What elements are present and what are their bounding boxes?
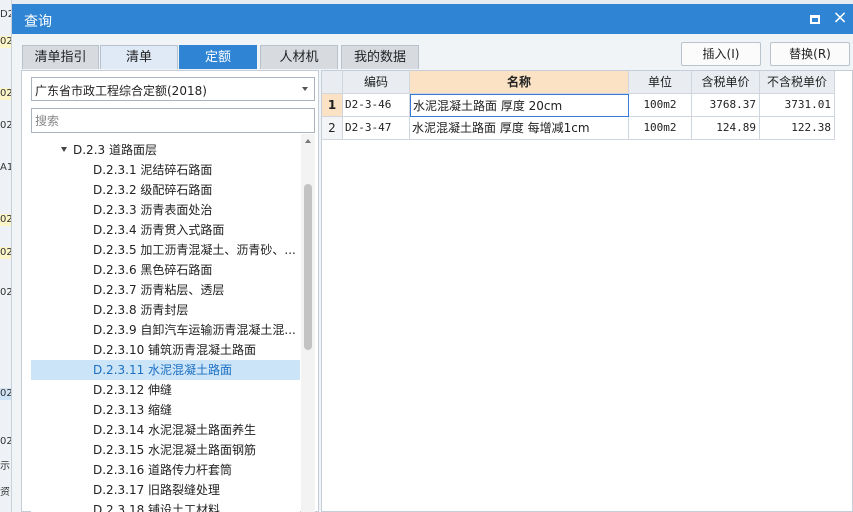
tree-scrollbar[interactable] xyxy=(301,134,315,512)
dialog-body: 清单指引 清单 定额 人材机 我的数据 插入(I) 替换(R) 广东省市政工程综… xyxy=(12,34,853,512)
tree-node-label: D.2.3 道路面层 xyxy=(73,143,157,157)
tree-node-parent[interactable]: D.2.3 道路面层 xyxy=(31,140,300,160)
tree-item-label: D.2.3.18 铺设土工材料 xyxy=(93,503,221,512)
tree-item-label: D.2.3.3 沥青表面处治 xyxy=(93,203,213,217)
header-price-with-tax[interactable]: 含税单价 xyxy=(692,71,760,94)
quota-library-value: 广东省市政工程综合定额(2018) xyxy=(35,84,207,98)
tree-item-label: D.2.3.6 黑色碎石路面 xyxy=(93,263,213,277)
cell-code[interactable]: D2-3-47 xyxy=(343,117,410,140)
tree-item[interactable]: D.2.3.15 水泥混凝土路面钢筋 xyxy=(31,440,300,460)
quota-grid: 编码 名称 单位 含税单价 不含税单价 1 D2-3-46 水泥混凝土路面 厚度… xyxy=(321,70,853,512)
tree-item[interactable]: D.2.3.6 黑色碎石路面 xyxy=(31,260,300,280)
tree-item-label: D.2.3.7 沥青粘层、透层 xyxy=(93,283,225,297)
bg-cell: 示 xyxy=(0,461,10,472)
cell-name[interactable]: 水泥混凝土路面 厚度 每增减1cm xyxy=(410,117,629,140)
scroll-up-icon[interactable] xyxy=(305,139,311,143)
cell-price-without-tax[interactable]: 122.38 xyxy=(760,117,835,140)
header-code[interactable]: 编码 xyxy=(343,71,410,94)
header-name[interactable]: 名称 xyxy=(410,71,629,94)
tree-item-label: D.2.3.15 水泥混凝土路面钢筋 xyxy=(93,443,257,457)
bg-cell: 资 xyxy=(0,487,10,498)
bg-cell: 02 xyxy=(0,436,12,447)
tree-item[interactable]: D.2.3.4 沥青贯入式路面 xyxy=(31,220,300,240)
tree-item-label: D.2.3.2 级配碎石路面 xyxy=(93,183,213,197)
background-app-strip: D2 02 02 A1 02 02 02 02 02 示 资 02 xyxy=(0,0,12,512)
header-price-without-tax[interactable]: 不含税单价 xyxy=(760,71,835,94)
tree-item[interactable]: D.2.3.8 沥青封层 xyxy=(31,300,300,320)
bg-cell: 02 xyxy=(0,36,12,48)
tree-item-label: D.2.3.11 水泥混凝土路面 xyxy=(93,363,233,377)
cell-price-without-tax[interactable]: 3731.01 xyxy=(760,94,835,117)
bg-cell: 02 xyxy=(0,120,12,131)
tree-item[interactable]: D.2.3.3 沥青表面处治 xyxy=(31,200,300,220)
search-input[interactable] xyxy=(31,108,315,133)
caret-down-icon[interactable] xyxy=(61,147,67,152)
maximize-icon[interactable] xyxy=(808,12,822,26)
tree-item[interactable]: D.2.3.18 铺设土工材料 xyxy=(31,500,300,512)
quota-tree-panel: 广东省市政工程综合定额(2018) D.2.3 道路面层 D.2.3.1 泥结碎… xyxy=(21,70,319,512)
insert-button[interactable]: 插入(I) xyxy=(681,42,761,66)
row-number[interactable]: 2 xyxy=(322,117,343,140)
tree-item[interactable]: D.2.3.13 缩缝 xyxy=(31,400,300,420)
bg-cell: D2 xyxy=(0,9,11,20)
dialog-titlebar[interactable]: 查询 × xyxy=(12,4,853,34)
tree-item-label: D.2.3.14 水泥混凝土路面养生 xyxy=(93,423,257,437)
app-root: D2 02 02 A1 02 02 02 02 02 示 资 02 查询 × 清… xyxy=(0,0,853,512)
cell-price-with-tax[interactable]: 3768.37 xyxy=(692,94,760,117)
cell-unit[interactable]: 100m2 xyxy=(629,94,692,117)
tree-item[interactable]: D.2.3.2 级配碎石路面 xyxy=(31,180,300,200)
dialog-title: 查询 xyxy=(24,14,52,30)
bg-cell: 02 xyxy=(0,287,12,298)
bg-cell: A1 xyxy=(0,162,12,173)
quota-tree: D.2.3 道路面层 D.2.3.1 泥结碎石路面 D.2.3.2 级配碎石路面 D… xyxy=(31,134,300,512)
tree-item-label: D.2.3.12 伸缝 xyxy=(93,383,173,397)
tree-item-label: D.2.3.5 加工沥青混凝土、沥青砂、... xyxy=(93,243,296,257)
cell-name[interactable]: 水泥混凝土路面 厚度 20cm xyxy=(410,94,629,117)
tree-item[interactable]: D.2.3.14 水泥混凝土路面养生 xyxy=(31,420,300,440)
bg-cell: 02 xyxy=(0,214,12,226)
bg-cell: 02 xyxy=(0,88,12,100)
header-unit[interactable]: 单位 xyxy=(629,71,692,94)
tree-item-label: D.2.3.10 铺筑沥青混凝土路面 xyxy=(93,343,257,357)
cell-price-with-tax[interactable]: 124.89 xyxy=(692,117,760,140)
replace-button[interactable]: 替换(R) xyxy=(770,42,850,66)
quota-library-select[interactable]: 广东省市政工程综合定额(2018) xyxy=(31,77,315,101)
close-icon[interactable]: × xyxy=(831,9,849,27)
tab-list[interactable]: 清单 xyxy=(100,45,178,69)
tab-labor-material-machine[interactable]: 人材机 xyxy=(260,45,338,69)
tree-item[interactable]: D.2.3.7 沥青粘层、透层 xyxy=(31,280,300,300)
cell-unit[interactable]: 100m2 xyxy=(629,117,692,140)
chevron-down-icon xyxy=(302,87,308,91)
tree-item-label: D.2.3.1 泥结碎石路面 xyxy=(93,163,213,177)
scrollbar-thumb[interactable] xyxy=(304,184,312,350)
tree-item[interactable]: D.2.3.1 泥结碎石路面 xyxy=(31,160,300,180)
tree-item[interactable]: D.2.3.12 伸缝 xyxy=(31,380,300,400)
tree-item[interactable]: D.2.3.9 自卸汽车运输沥青混凝土混... xyxy=(31,320,300,340)
row-number[interactable]: 1 xyxy=(322,94,343,117)
bg-cell: 02 xyxy=(0,247,12,259)
cell-code[interactable]: D2-3-46 xyxy=(343,94,410,117)
bg-cell: 02 xyxy=(0,388,12,400)
tree-item-selected[interactable]: D.2.3.11 水泥混凝土路面 xyxy=(31,360,300,380)
grid-corner xyxy=(322,71,343,94)
tree-item-label: D.2.3.17 旧路裂缝处理 xyxy=(93,483,221,497)
tree-item[interactable]: D.2.3.10 铺筑沥青混凝土路面 xyxy=(31,340,300,360)
tree-item[interactable]: D.2.3.5 加工沥青混凝土、沥青砂、... xyxy=(31,240,300,260)
tree-item[interactable]: D.2.3.17 旧路裂缝处理 xyxy=(31,480,300,500)
tree-item-label: D.2.3.8 沥青封层 xyxy=(93,303,189,317)
tree-item-label: D.2.3.9 自卸汽车运输沥青混凝土混... xyxy=(93,323,296,337)
tab-my-data[interactable]: 我的数据 xyxy=(341,45,419,69)
tab-list-guide[interactable]: 清单指引 xyxy=(22,45,99,69)
tab-quota[interactable]: 定额 xyxy=(179,45,257,69)
tree-item-label: D.2.3.13 缩缝 xyxy=(93,403,173,417)
tree-item-label: D.2.3.4 沥青贯入式路面 xyxy=(93,223,225,237)
tree-item-label: D.2.3.16 道路传力杆套筒 xyxy=(93,463,233,477)
tree-item[interactable]: D.2.3.16 道路传力杆套筒 xyxy=(31,460,300,480)
query-dialog: 查询 × 清单指引 清单 定额 人材机 我的数据 插入(I) 替换(R) 广东省… xyxy=(12,4,853,512)
